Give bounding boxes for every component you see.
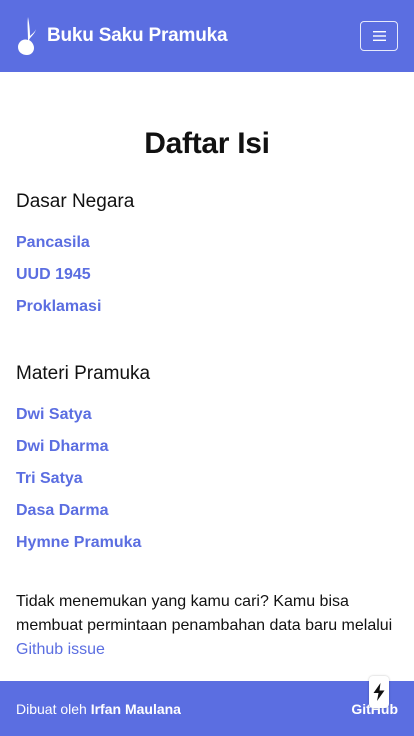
page-title: Daftar Isi: [144, 127, 270, 160]
list-item: Hymne Pramuka: [16, 531, 398, 563]
list-item: Proklamasi: [16, 295, 398, 327]
footer: Dibuat oleh Irfan Maulana GitHub: [0, 681, 414, 736]
link-hymne-pramuka[interactable]: Hymne Pramuka: [16, 534, 141, 551]
floating-action-button[interactable]: [369, 676, 389, 708]
list-item: UUD 1945: [16, 263, 398, 295]
brand-link[interactable]: Buku Saku Pramuka: [16, 16, 228, 56]
github-issue-link[interactable]: Github issue: [16, 641, 105, 658]
list-item: Dwi Satya: [16, 403, 398, 435]
list-item: Dwi Dharma: [16, 435, 398, 467]
menu-toggle-button[interactable]: [360, 21, 398, 51]
section-title-dasar-negara: Dasar Negara: [16, 191, 135, 212]
hamburger-menu-icon: [372, 31, 386, 41]
section-title-materi-pramuka: Materi Pramuka: [16, 363, 151, 384]
link-pancasila[interactable]: Pancasila: [16, 234, 90, 251]
note-text: Tidak menemukan yang kamu cari? Kamu bis…: [16, 593, 393, 634]
footer-credit-prefix: Dibuat oleh: [16, 700, 91, 717]
list-item: Tri Satya: [16, 467, 398, 499]
list-item: Pancasila: [16, 231, 398, 263]
link-dwi-dharma[interactable]: Dwi Dharma: [16, 438, 108, 455]
brand-title: Buku Saku Pramuka: [47, 25, 228, 46]
dasar-negara-list: Pancasila UUD 1945 Proklamasi: [16, 231, 398, 327]
footer-credit: Dibuat oleh Irfan Maulana: [16, 701, 181, 717]
top-navbar: Buku Saku Pramuka: [0, 0, 414, 72]
link-uud-1945[interactable]: UUD 1945: [16, 266, 91, 283]
link-tri-satya[interactable]: Tri Satya: [16, 470, 83, 487]
author-name: Irfan Maulana: [90, 700, 181, 717]
list-item: Dasa Darma: [16, 499, 398, 531]
materi-pramuka-list: Dwi Satya Dwi Dharma Tri Satya Dasa Darm…: [16, 403, 398, 563]
link-dasa-darma[interactable]: Dasa Darma: [16, 502, 109, 519]
missing-content-note: Tidak menemukan yang kamu cari? Kamu bis…: [16, 590, 398, 662]
main-content: Daftar Isi Dasar Negara Pancasila UUD 19…: [16, 72, 398, 662]
link-proklamasi[interactable]: Proklamasi: [16, 298, 101, 315]
lightning-bolt-icon: [373, 683, 385, 701]
tunas-kelapa-logo-icon: [18, 17, 36, 55]
link-dwi-satya[interactable]: Dwi Satya: [16, 406, 92, 423]
